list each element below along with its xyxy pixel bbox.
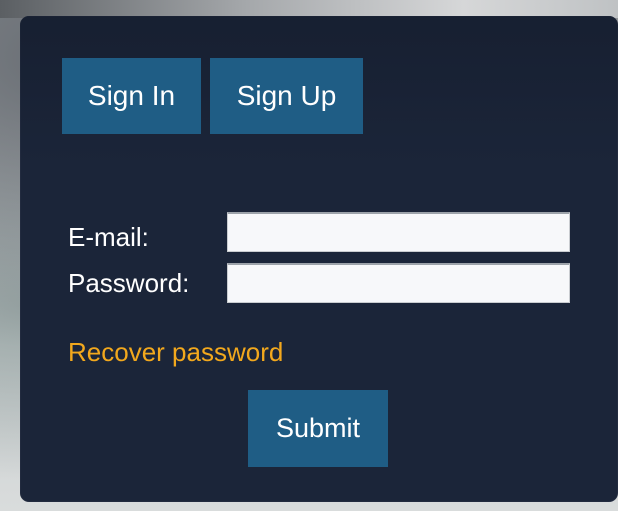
tab-sign-in[interactable]: Sign In [62, 58, 201, 134]
tab-sign-up[interactable]: Sign Up [210, 58, 363, 134]
password-label: Password: [68, 268, 190, 298]
recover-password-link[interactable]: Recover password [68, 336, 283, 368]
password-field[interactable] [227, 263, 570, 303]
submit-button[interactable]: Submit [248, 390, 388, 467]
email-label: E-mail: [68, 222, 149, 252]
login-panel: Sign In Sign Up E-mail: Password: Recove… [20, 16, 618, 502]
email-field[interactable] [227, 212, 570, 252]
